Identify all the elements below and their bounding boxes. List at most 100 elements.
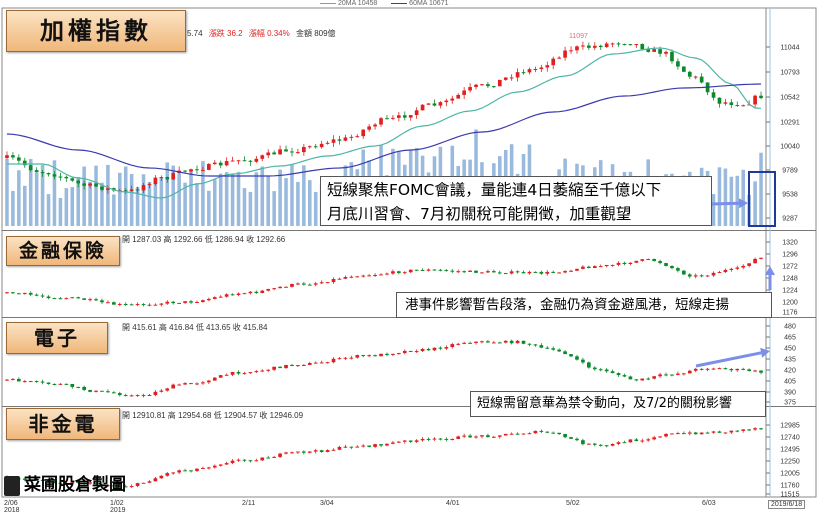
candle-body: [592, 367, 597, 370]
tick-label: 12250: [780, 459, 800, 466]
candle-body: [337, 139, 342, 141]
candle-body: [444, 347, 449, 349]
x-tick-label: 5/02: [566, 500, 580, 507]
finance-callout: 港事件影響暫告段落，金融仍為資金避風港，短線走揚: [396, 292, 772, 318]
volume-bar: [717, 167, 722, 226]
candle-body: [426, 269, 431, 271]
candle-body: [652, 49, 656, 52]
candle-body: [628, 376, 633, 380]
candle-body: [486, 435, 490, 438]
candle-body: [313, 450, 318, 452]
tick-label: 9538: [782, 192, 798, 199]
candle-body: [302, 364, 306, 366]
candle-body: [503, 433, 508, 436]
candle-body: [201, 467, 205, 469]
candle-body: [497, 342, 502, 344]
candle-body: [254, 291, 259, 294]
volume-bar: [112, 194, 116, 226]
volume-bar: [88, 181, 92, 226]
volume-bar: [266, 175, 270, 226]
candle-body: [284, 149, 288, 152]
candle-body: [106, 302, 110, 304]
candle-body: [634, 379, 639, 381]
candle-body: [670, 265, 674, 269]
candle-body: [5, 379, 9, 381]
tick-label: 10040: [780, 144, 800, 151]
candle-body: [307, 284, 312, 286]
volume-bar: [23, 185, 27, 226]
volume-bar: [189, 169, 193, 226]
candle-body: [717, 368, 722, 370]
candle-body: [693, 368, 698, 371]
volume-bar: [70, 187, 75, 226]
candle-body: [699, 368, 704, 370]
candle-body: [355, 446, 360, 448]
electronics-arrow-shaft: [695, 351, 762, 368]
tick-label: 1176: [782, 310, 797, 317]
candle-body: [438, 347, 443, 349]
tick-label: 10793: [780, 70, 800, 77]
candle-body: [557, 272, 561, 274]
volume-bar: [254, 172, 259, 226]
candle-body: [272, 288, 276, 290]
candle-body: [646, 259, 651, 261]
candle-body: [658, 374, 662, 377]
volume-bar: [82, 166, 86, 226]
candle-body: [480, 341, 484, 343]
candle-body: [456, 94, 461, 99]
candle-body: [658, 49, 662, 54]
candle-body: [34, 170, 39, 173]
candle-body: [343, 357, 348, 359]
tick-label: 10291: [780, 120, 800, 127]
candle-body: [426, 103, 431, 105]
candle-body: [759, 257, 763, 259]
candle-body: [521, 72, 526, 74]
candle-body: [747, 429, 751, 431]
candle-body: [129, 304, 134, 306]
candle-body: [40, 381, 45, 383]
candle-body: [361, 445, 366, 447]
candle-body: [290, 365, 294, 367]
candle-body: [492, 271, 496, 273]
candle-body: [699, 275, 704, 277]
candle-body: [76, 386, 81, 388]
candle-body: [349, 136, 354, 138]
candle-body: [462, 90, 466, 95]
x-tick-label: 1/02 2019: [110, 500, 126, 514]
candle-body: [598, 369, 603, 371]
taiex-info-amount: 金額 809億: [295, 29, 336, 38]
candle-body: [64, 176, 69, 179]
candle-body: [391, 353, 395, 355]
candle-body: [628, 44, 633, 46]
volume-bar: [723, 168, 728, 226]
candle-body: [711, 368, 716, 370]
candle-body: [682, 373, 686, 375]
candle-body: [670, 374, 674, 376]
candle-body: [165, 473, 170, 476]
candle-body: [183, 470, 187, 472]
candle-body: [355, 276, 360, 278]
candle-body: [266, 457, 271, 459]
candle-body: [260, 290, 265, 294]
tick-label: 9789: [782, 168, 798, 175]
candle-body: [474, 84, 478, 88]
candle-body: [379, 444, 383, 446]
candle-body: [34, 294, 39, 296]
candle-body: [444, 100, 449, 103]
volume-bar: [106, 164, 110, 226]
volume-bar: [17, 170, 21, 226]
candle-body: [640, 259, 645, 261]
candle-body: [129, 189, 134, 192]
candle-body: [22, 292, 27, 294]
candle-body: [581, 359, 585, 363]
candle-body: [735, 368, 740, 371]
candle-body: [260, 155, 265, 159]
candle-body: [486, 271, 490, 273]
candle-body: [171, 173, 176, 180]
candle-body: [307, 146, 312, 148]
candle-body: [587, 45, 591, 48]
candle-body: [70, 178, 75, 181]
taiex-info-close: 5.74: [187, 29, 203, 38]
candle-body: [497, 435, 502, 437]
candle-body: [604, 369, 609, 372]
